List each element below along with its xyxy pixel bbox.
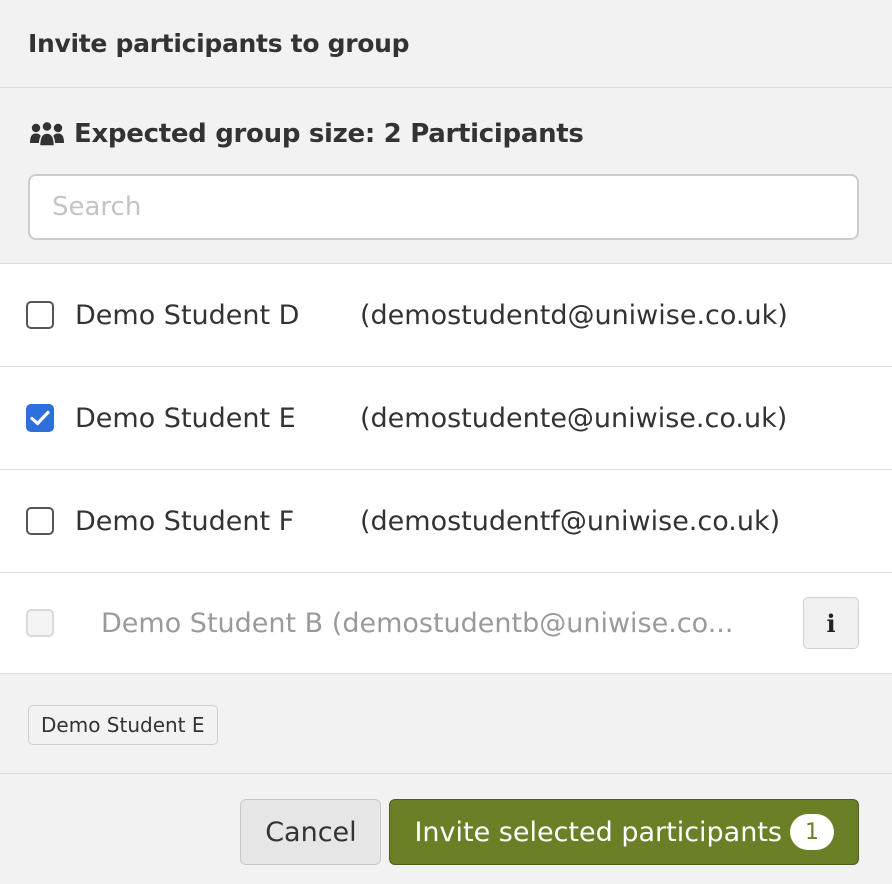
dialog-footer: Cancel Invite selected participants 1	[0, 774, 892, 884]
group-info-section: Expected group size: 2 Participants	[0, 88, 892, 264]
participant-name: Demo Student F	[75, 505, 295, 537]
selected-count-badge: 1	[790, 814, 834, 850]
participant-name-email: Demo Student B (demostudentb@uniwise.co.…	[101, 607, 734, 639]
invite-dialog: Invite participants to group Expected gr…	[0, 0, 892, 884]
invite-selected-button[interactable]: Invite selected participants 1	[389, 799, 859, 865]
participant-row[interactable]: Demo Student E (demostudente@uniwise.co.…	[0, 367, 892, 470]
participant-checkbox[interactable]	[26, 301, 54, 329]
selected-participants-chips: Demo Student E	[0, 674, 892, 774]
participant-email: (demostudentf@uniwise.co.uk)	[360, 505, 781, 537]
participant-checkbox[interactable]	[26, 404, 54, 432]
participant-row[interactable]: Demo Student F (demostudentf@uniwise.co.…	[0, 470, 892, 573]
participant-checkbox[interactable]	[26, 507, 54, 535]
participant-name: Demo Student E	[75, 402, 296, 434]
participant-checkbox-disabled	[26, 609, 54, 637]
cancel-button[interactable]: Cancel	[240, 799, 382, 865]
selected-participant-chip[interactable]: Demo Student E	[28, 705, 218, 745]
participant-list: Demo Student D (demostudentd@uniwise.co.…	[0, 264, 892, 674]
dialog-title: Invite participants to group	[28, 29, 410, 58]
participant-email: (demostudentd@uniwise.co.uk)	[360, 299, 788, 331]
info-button[interactable]: i	[803, 597, 859, 649]
checkmark-icon	[30, 410, 50, 426]
participant-email: (demostudente@uniwise.co.uk)	[360, 402, 788, 434]
invite-button-label: Invite selected participants	[414, 816, 782, 848]
dialog-header: Invite participants to group	[0, 0, 892, 88]
info-icon: i	[826, 608, 836, 638]
search-input[interactable]	[28, 174, 859, 240]
search-container	[28, 174, 859, 240]
participant-row-disabled: Demo Student B (demostudentb@uniwise.co.…	[0, 573, 892, 674]
expected-group-size-text: Expected group size: 2 Participants	[74, 119, 584, 149]
participant-name: Demo Student D	[75, 299, 300, 331]
participant-row[interactable]: Demo Student D (demostudentd@uniwise.co.…	[0, 264, 892, 367]
group-icon	[28, 120, 66, 147]
expected-group-size: Expected group size: 2 Participants	[28, 116, 859, 152]
